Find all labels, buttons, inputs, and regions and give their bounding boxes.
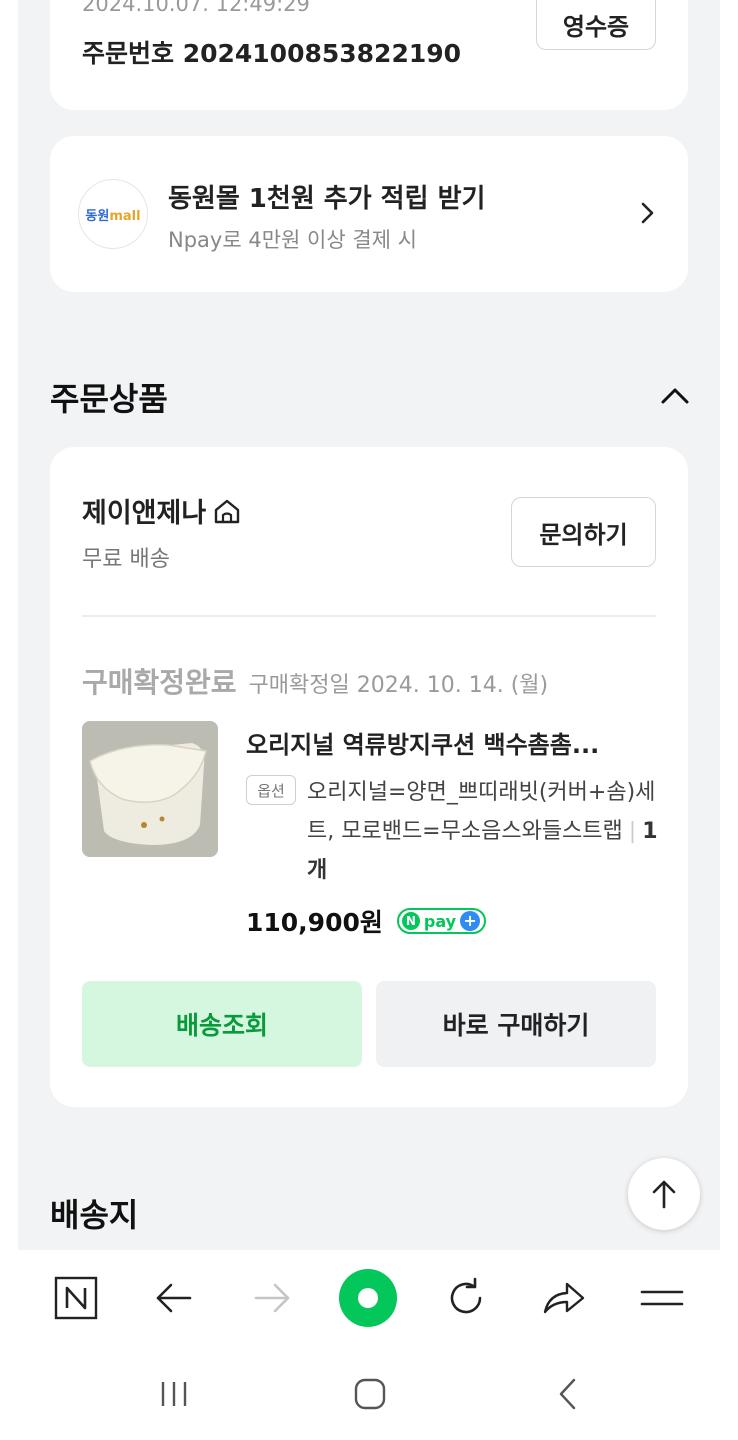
shipping-info: 무료 배송 (82, 547, 170, 572)
chevron-up-icon[interactable] (658, 382, 692, 410)
order-status: 구매확정완료 구매확정일 2024. 10. 14. (월) (82, 661, 548, 701)
promo-subtitle: Npay로 4만원 이상 결제 시 (168, 228, 417, 252)
product-name[interactable]: 오리지널 역류방지쿠션 백수촘촘... (246, 725, 658, 760)
logo-text: 동원 (85, 208, 110, 224)
inquiry-button[interactable]: 문의하기 (511, 497, 656, 567)
chevron-right-icon (641, 202, 654, 224)
store-home-icon (215, 499, 240, 523)
option-text: 오리지널=양면_쁘띠래빗(커버+솜)세트, 모로밴드=무소음스와들스트랩 | 1개 (307, 773, 667, 890)
option-value: 오리지널=양면_쁘띠래빗(커버+솜)세트, 모로밴드=무소음스와들스트랩 (307, 780, 656, 844)
npay-n-icon: N (401, 912, 420, 930)
product-card: 제이앤제나 무료 배송 문의하기 구매확정완료 구매확정일 2024. 10. … (50, 447, 688, 1107)
naver-n-icon[interactable] (50, 1272, 102, 1324)
divider (82, 615, 656, 617)
back-arrow-icon[interactable] (148, 1272, 200, 1324)
page-content: 2024.10.07. 12:49:29 주문번호 20241008538221… (18, 0, 720, 1250)
option-badge: 옵션 (246, 775, 296, 805)
plus-icon: + (460, 911, 481, 931)
product-image (82, 721, 218, 857)
promo-banner[interactable]: 동원mall 동원몰 1천원 추가 적립 받기 Npay로 4만원 이상 결제 … (50, 136, 688, 292)
ordered-items-title: 주문상품 (50, 380, 168, 418)
promo-title: 동원몰 1천원 추가 적립 받기 (168, 184, 486, 214)
recent-apps-icon[interactable] (152, 1376, 196, 1412)
home-icon[interactable] (348, 1376, 392, 1412)
share-icon[interactable] (538, 1272, 590, 1324)
status-date: 구매확정일 2024. 10. 14. (월) (248, 673, 549, 698)
order-date: 2024.10.07. 12:49:29 (82, 0, 310, 16)
arrow-up-icon (652, 1180, 676, 1209)
order-info-card: 2024.10.07. 12:49:29 주문번호 20241008538221… (50, 0, 688, 110)
seller-name-text: 제이앤제나 (82, 498, 207, 529)
delivery-section-title: 배송지 (50, 1196, 139, 1234)
product-price: 110,900원 (246, 908, 383, 937)
logo-text-mall: mall (109, 208, 141, 224)
menu-icon[interactable] (636, 1272, 688, 1324)
npay-plus-badge: N pay + (396, 908, 487, 934)
scroll-to-top-button[interactable] (628, 1158, 700, 1230)
browser-toolbar (18, 1250, 720, 1346)
buy-again-button[interactable]: 바로 구매하기 (376, 981, 656, 1067)
order-number: 주문번호 2024100853822190 (82, 39, 462, 68)
naver-home-circle (339, 1269, 397, 1327)
system-navigation-bar (0, 1346, 738, 1440)
receipt-button[interactable]: 영수증 (536, 0, 656, 50)
track-delivery-button[interactable]: 배송조회 (82, 981, 362, 1067)
quantity-separator: | (628, 819, 637, 844)
forward-arrow-icon (246, 1272, 298, 1324)
npay-text: pay (423, 911, 457, 931)
dongwon-mall-logo: 동원mall (78, 179, 148, 249)
product-thumbnail[interactable] (82, 721, 218, 857)
refresh-icon[interactable] (440, 1272, 492, 1324)
back-icon[interactable] (546, 1376, 590, 1412)
price-row: 110,900원 N pay + (246, 903, 487, 939)
naver-home-icon[interactable] (339, 1269, 397, 1327)
status-label: 구매확정완료 (82, 666, 237, 699)
seller-name[interactable]: 제이앤제나 (82, 491, 242, 530)
